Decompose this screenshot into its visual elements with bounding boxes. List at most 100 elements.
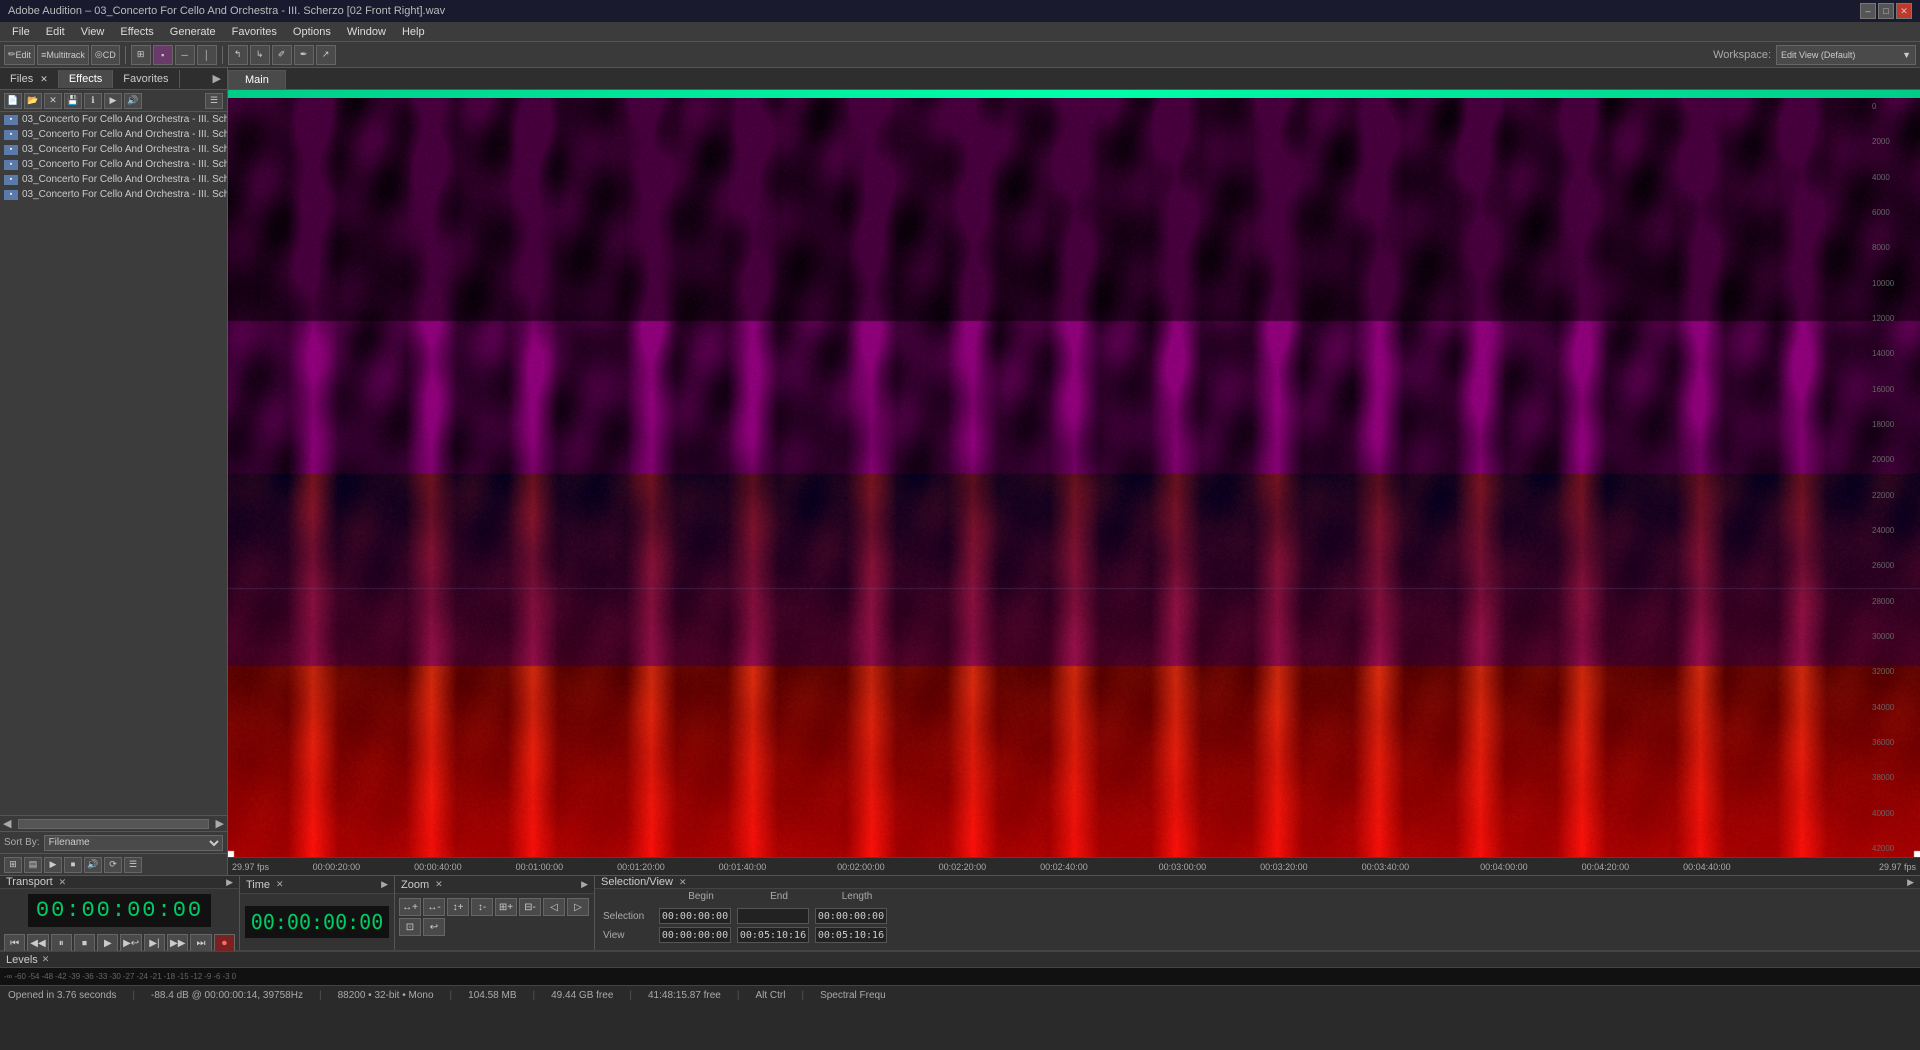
transport-forward[interactable]: ▶▶ [167,934,188,952]
panel-btn-menu[interactable]: ☰ [205,93,223,109]
selection-view-panel: Selection/View ✕ ▶ Begin End Length Sele… [595,876,1920,950]
selection-end-input[interactable] [737,908,809,924]
transport-rewind[interactable]: ◀◀ [27,934,48,952]
panel-tab-arrow[interactable]: ▶ [207,72,227,85]
zoom-btn-8[interactable]: ▷ [567,898,589,916]
transport-skip-back[interactable]: ⏮ [4,934,25,952]
transport-play[interactable]: ▶ [97,934,118,952]
menu-file[interactable]: File [4,24,38,40]
time-panel-close[interactable]: ✕ [276,879,284,890]
view-begin-input[interactable] [659,927,731,943]
list-item[interactable]: ▪ 03_Concerto For Cello And Orchestra - … [0,112,227,127]
toolbar-btn-10[interactable]: ↗ [316,45,336,65]
panel-bottom-btn-4[interactable]: ⏹ [64,857,82,873]
zoom-btn-7[interactable]: ◁ [543,898,565,916]
tab-files-close[interactable]: ✕ [40,74,48,84]
toolbar-btn-5[interactable]: │ [197,45,217,65]
zoom-btn-1[interactable]: ↔+ [399,898,421,916]
menu-effects[interactable]: Effects [112,24,161,40]
toolbar-multitrack-btn[interactable]: ≡ Multitrack [37,45,89,65]
close-button[interactable]: ✕ [1896,3,1912,19]
tab-main[interactable]: Main [228,70,286,89]
sort-select[interactable]: Filename Date Size [44,835,223,851]
zoom-btn-9[interactable]: ⊡ [399,918,421,936]
levels-close[interactable]: ✕ [42,954,50,965]
panel-btn-autoplay[interactable]: ▶ [104,93,122,109]
toolbar-btn-4[interactable]: ─ [175,45,195,65]
spectrogram-container[interactable]: 42000 40000 38000 36000 34000 32000 3000… [228,90,1920,857]
zoom-expand[interactable]: ▶ [581,879,588,890]
view-length-input[interactable] [815,927,887,943]
tab-effects[interactable]: Effects [59,70,113,88]
workspace-selector[interactable]: Edit View (Default) ▼ [1776,45,1916,65]
panel-scrollbar[interactable] [18,819,208,829]
panel-btn-new[interactable]: 📄 [4,93,22,109]
selection-begin-input[interactable] [659,908,731,924]
transport-stop[interactable]: ⏹ [74,934,95,952]
menu-window[interactable]: Window [339,24,394,40]
time-label-2: 00:00:40:00 [414,862,462,872]
zoom-btn-4[interactable]: ↕- [471,898,493,916]
scroll-left-btn[interactable]: ◀ [0,817,14,830]
panel-bottom-btn-3[interactable]: ▶ [44,857,62,873]
panel-btn-save[interactable]: 💾 [64,93,82,109]
panel-bottom-btn-1[interactable]: ⊞ [4,857,22,873]
menu-generate[interactable]: Generate [162,24,224,40]
tab-files[interactable]: Files ✕ [0,70,59,88]
panel-btn-open[interactable]: 📂 [24,93,42,109]
toolbar-btn-6[interactable]: ↰ [228,45,248,65]
list-item[interactable]: ▪ 03_Concerto For Cello And Orchestra - … [0,172,227,187]
zoom-controls: ↔+ ↔- ↕+ ↕- ⊞+ ⊟- ◁ ▷ ⊡ ↩ [395,894,594,940]
zoom-close[interactable]: ✕ [435,879,443,890]
panel-btn-loop[interactable]: 🔊 [124,93,142,109]
selection-close[interactable]: ✕ [679,877,687,888]
menu-options[interactable]: Options [285,24,339,40]
sel-header-length: Length [821,891,893,902]
selection-length-input[interactable] [815,908,887,924]
transport-play-sel[interactable]: ▶| [144,934,165,952]
selection-expand[interactable]: ▶ [1907,877,1914,888]
zoom-btn-10[interactable]: ↩ [423,918,445,936]
toolbar-cd-btn[interactable]: ◎ CD [91,45,120,65]
view-end-input[interactable] [737,927,809,943]
toolbar-btn-3[interactable]: ▪ [153,45,173,65]
transport-record[interactable]: ⏺ [214,934,235,952]
toolbar-edit-btn[interactable]: ✏ Edit [4,45,35,65]
scroll-right-btn[interactable]: ▶ [213,817,227,830]
toolbar-btn-9[interactable]: ✒ [294,45,314,65]
list-item[interactable]: ▪ 03_Concerto For Cello And Orchestra - … [0,142,227,157]
panel-bottom-btn-5[interactable]: 🔊 [84,857,102,873]
list-item[interactable]: ▪ 03_Concerto For Cello And Orchestra - … [0,157,227,172]
toolbar-btn-2[interactable]: ⊞ [131,45,151,65]
toolbar-btn-7[interactable]: ↳ [250,45,270,65]
tab-favorites[interactable]: Favorites [113,70,179,88]
status-sample: 88200 • 32-bit • Mono [338,990,434,1001]
panel-bottom-btn-6[interactable]: ⟳ [104,857,122,873]
menu-view[interactable]: View [73,24,113,40]
transport-expand-btn[interactable]: ▶ [226,877,233,888]
toolbar-btn-8[interactable]: ✐ [272,45,292,65]
panel-btn-info[interactable]: ℹ [84,93,102,109]
minimize-button[interactable]: – [1860,3,1876,19]
transport-skip-forward[interactable]: ⏭ [190,934,211,952]
panel-bottom-btn-2[interactable]: ▤ [24,857,42,873]
file-icon: ▪ [4,160,18,170]
panel-scroll-area: ◀ ▶ [0,815,227,831]
panel-btn-close[interactable]: ✕ [44,93,62,109]
transport-play-looped[interactable]: ▶↩ [120,934,141,952]
list-item[interactable]: ▪ 03_Concerto For Cello And Orchestra - … [0,127,227,142]
zoom-btn-3[interactable]: ↕+ [447,898,469,916]
menu-edit[interactable]: Edit [38,24,73,40]
zoom-btn-6[interactable]: ⊟- [519,898,541,916]
menu-favorites[interactable]: Favorites [224,24,285,40]
transport-close-btn[interactable]: ✕ [59,877,67,888]
time-panel-expand[interactable]: ▶ [381,879,388,890]
zoom-btn-5[interactable]: ⊞+ [495,898,517,916]
transport-pause[interactable]: ⏸ [51,934,72,952]
maximize-button[interactable]: □ [1878,3,1894,19]
panel-bottom-btn-7[interactable]: ☰ [124,857,142,873]
menu-help[interactable]: Help [394,24,433,40]
file-icon: ▪ [4,175,18,185]
list-item[interactable]: ▪ 03_Concerto For Cello And Orchestra - … [0,187,227,202]
zoom-btn-2[interactable]: ↔- [423,898,445,916]
